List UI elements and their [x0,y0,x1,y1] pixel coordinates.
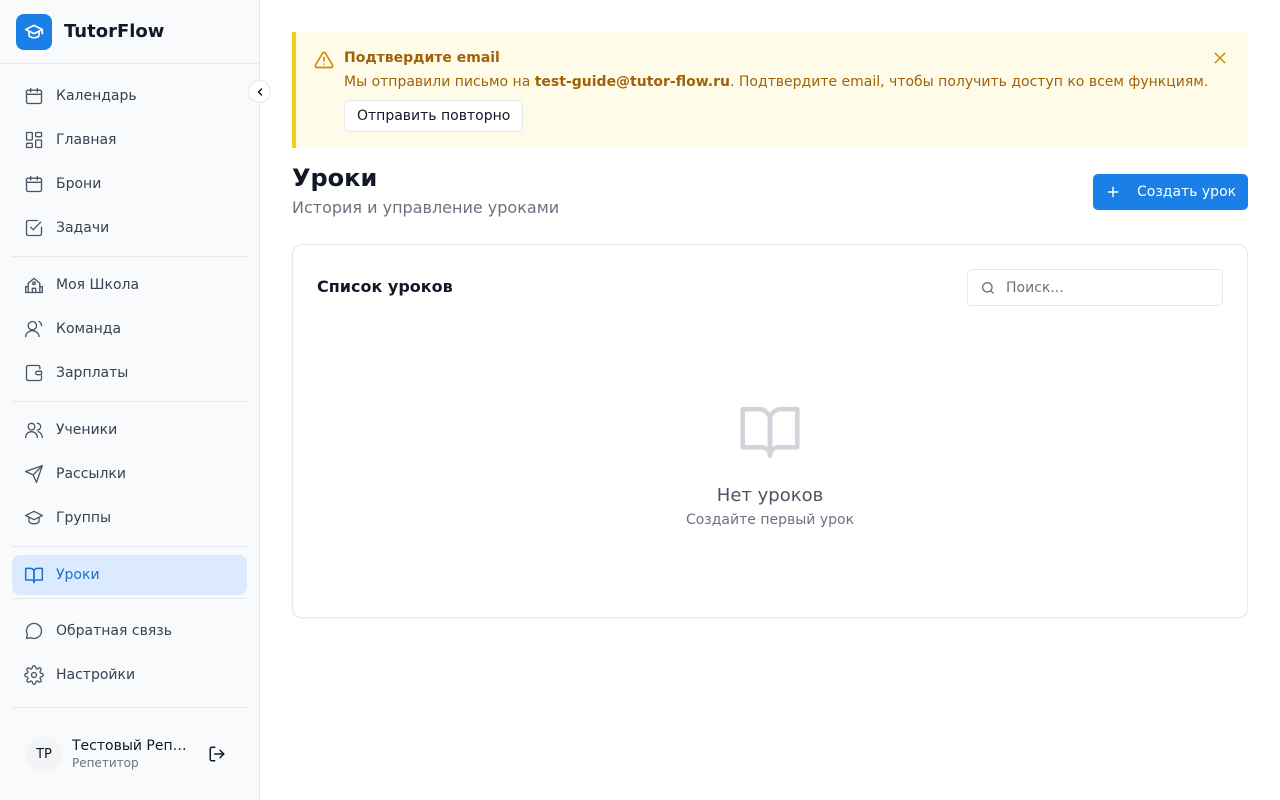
book-open-icon [737,401,803,465]
calendar-icon [24,86,44,106]
sidebar-item-lessons[interactable]: Уроки [12,555,247,595]
sidebar-item-my-school[interactable]: Моя Школа [12,265,247,305]
banner-text: Мы отправили письмо на test-guide@tutor-… [344,74,1209,90]
sidebar-item-salaries[interactable]: Зарплаты [12,353,247,393]
sidebar-divider [12,546,247,547]
send-icon [24,464,44,484]
close-icon[interactable] [1210,48,1230,68]
chevron-left-icon [254,86,266,98]
user-icon [24,319,44,339]
sidebar-divider [12,256,247,257]
search-icon [980,280,996,296]
calendar-icon [24,174,44,194]
page-subtitle: История и управление уроками [292,198,560,217]
sidebar-item-label: Моя Школа [56,277,140,293]
sidebar-item-label: Команда [56,321,122,337]
sidebar-item-label: Настройки [56,667,136,683]
app-name: TutorFlow [64,21,165,42]
sidebar-divider [12,598,247,599]
user-info: Тестовый Репетитор Репетитор [72,738,192,770]
lessons-list-card: Список уроков Нет уроков Создайте первый… [292,244,1248,618]
sidebar-item-label: Обратная связь [56,623,172,639]
gear-icon [24,665,44,685]
create-lesson-label: Создать урок [1137,184,1237,200]
sidebar-item-label: Календарь [56,88,137,104]
sidebar-divider [12,707,247,708]
sidebar-item-mailings[interactable]: Рассылки [12,454,247,494]
dashboard-icon [24,130,44,150]
sidebar-item-label: Задачи [56,220,110,236]
email-verification-banner: Подтвердите email Мы отправили письмо на… [292,32,1248,148]
search-input[interactable] [1006,279,1206,296]
user-profile[interactable]: TP Тестовый Репетитор Репетитор [12,728,247,780]
graduation-cap-icon [16,13,52,50]
brand[interactable]: TutorFlow [0,0,259,64]
wallet-icon [24,363,44,383]
message-circle-icon [24,621,44,641]
sidebar-item-label: Зарплаты [56,365,129,381]
sidebar-item-label: Рассылки [56,466,126,482]
sidebar-item-tasks[interactable]: Задачи [12,208,247,248]
book-open-icon [24,565,44,585]
sidebar-item-calendar[interactable]: Календарь [12,76,247,116]
sidebar-divider [12,401,247,402]
empty-state-title: Нет уроков [716,485,824,506]
sidebar-item-students[interactable]: Ученики [12,410,247,450]
sidebar-item-bookings[interactable]: Брони [12,164,247,204]
card-title: Список уроков [317,277,453,296]
sidebar-item-home[interactable]: Главная [12,120,247,160]
banner-title: Подтвердите email [344,50,500,66]
users-icon [24,420,44,440]
banner-email: test-guide@tutor-flow.ru [534,74,730,90]
empty-state-subtitle: Создайте первый урок [685,512,855,528]
warning-icon [314,50,334,74]
resend-button[interactable]: Отправить повторно [344,100,524,132]
checkbox-icon [24,218,44,238]
sidebar-collapse-button[interactable] [248,80,271,103]
page-title: Уроки [292,164,378,192]
sidebar-item-settings[interactable]: Настройки [12,655,247,695]
sidebar-item-label: Уроки [56,567,100,583]
logout-icon[interactable] [207,744,227,764]
sidebar-item-team[interactable]: Команда [12,309,247,349]
plus-icon [1105,184,1121,200]
sidebar-item-label: Главная [56,132,117,148]
sidebar-item-label: Брони [56,176,102,192]
sidebar-item-label: Ученики [56,422,118,438]
school-icon [24,275,44,295]
create-lesson-button[interactable]: Создать урок [1093,174,1248,210]
graduation-cap-icon [24,508,44,528]
user-role: Репетитор [72,756,139,770]
sidebar-item-feedback[interactable]: Обратная связь [12,611,247,651]
user-name: Тестовый Репетитор [72,738,192,754]
avatar: TP [26,736,62,772]
sidebar-item-groups[interactable]: Группы [12,498,247,538]
sidebar: TutorFlow Календарь Главная Брони Задачи… [0,0,260,800]
sidebar-item-label: Группы [56,510,112,526]
search-box[interactable] [967,269,1223,306]
